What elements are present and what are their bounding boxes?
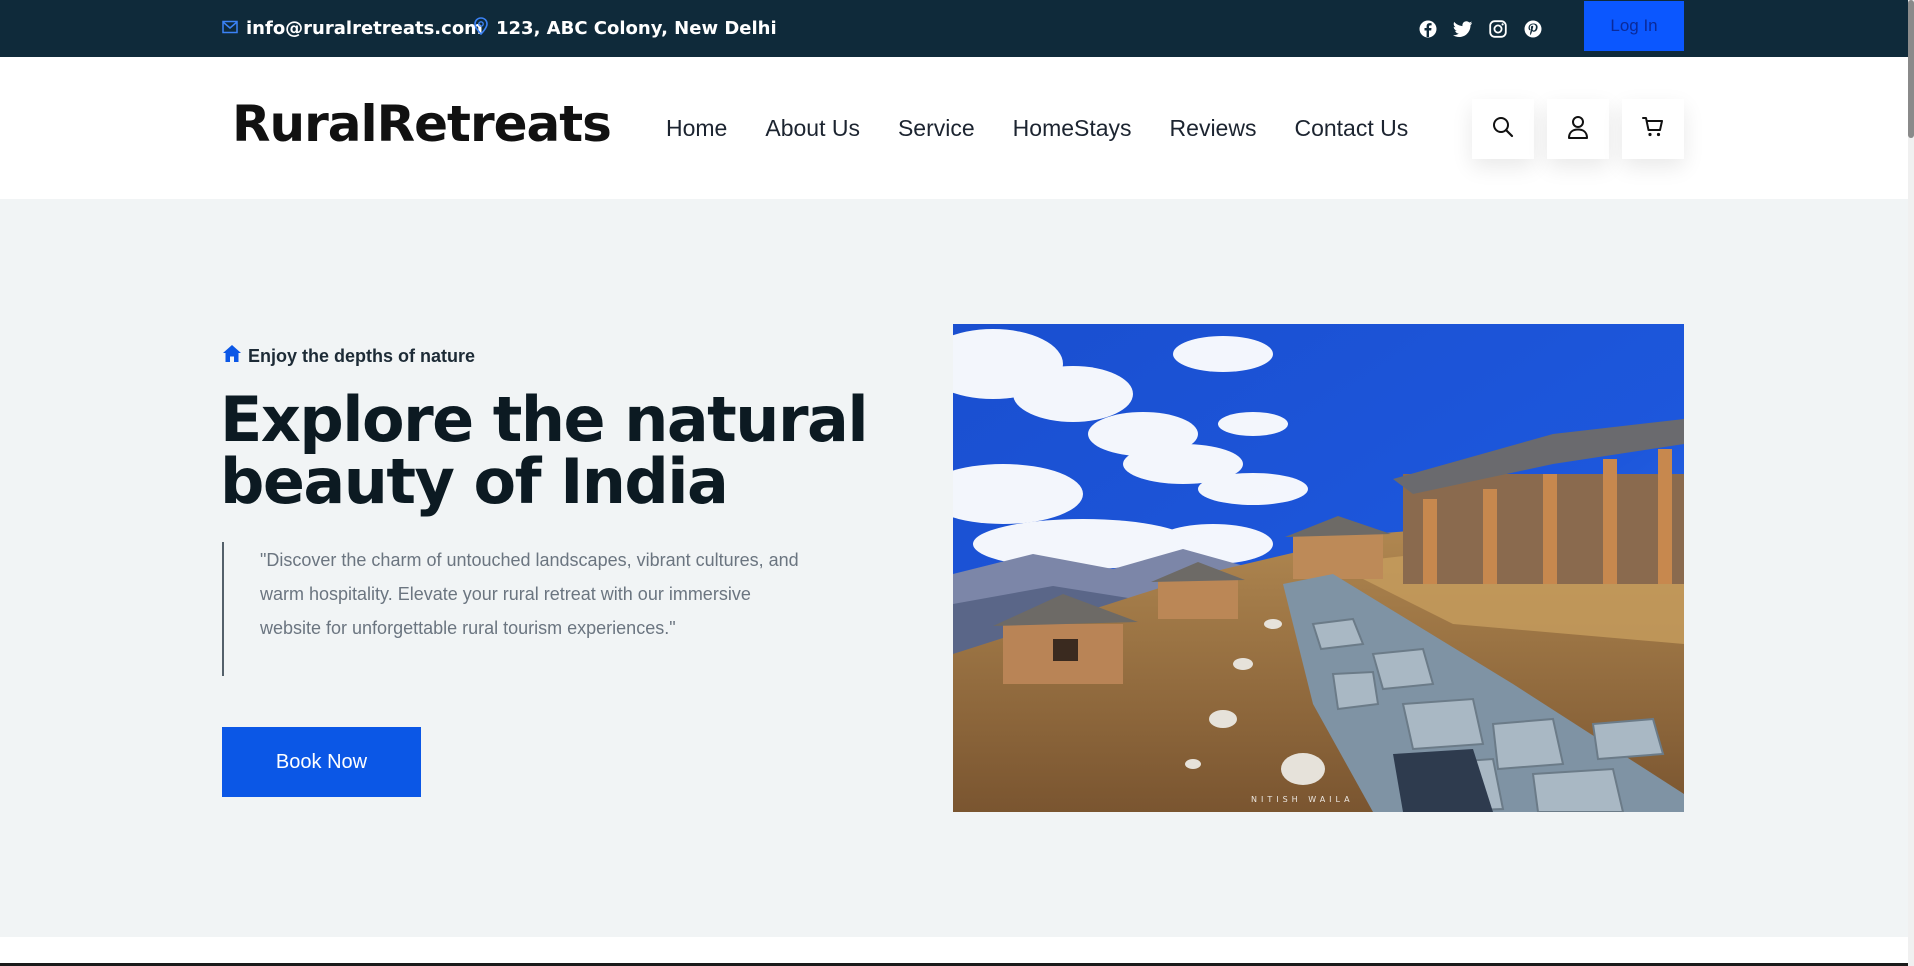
hero-headline: Explore the natural beauty of India	[220, 383, 869, 518]
instagram-icon[interactable]	[1488, 19, 1507, 38]
nav-service[interactable]: Service	[898, 115, 975, 142]
hero-image: NITISH WAILA	[953, 324, 1684, 812]
email-text: info@ruralretreats.com	[246, 18, 483, 39]
facebook-icon[interactable]	[1418, 19, 1437, 38]
contact-address: 123, ABC Colony, New Delhi	[474, 0, 777, 57]
site-logo[interactable]: RuralRetreats	[232, 95, 612, 153]
mail-icon	[222, 18, 246, 39]
hero-tagline: Enjoy the depths of nature	[222, 344, 475, 368]
address-text: 123, ABC Colony, New Delhi	[496, 18, 777, 39]
nav-contact-us[interactable]: Contact Us	[1294, 115, 1408, 142]
cart-button[interactable]	[1622, 99, 1684, 159]
tagline-text: Enjoy the depths of nature	[248, 345, 476, 366]
search-icon	[1492, 116, 1514, 142]
location-pin-icon	[474, 17, 496, 40]
main-header: RuralRetreats Home About Us Service Home…	[0, 57, 1908, 199]
nav-homestays[interactable]: HomeStays	[1013, 115, 1132, 142]
account-button[interactable]	[1547, 99, 1609, 159]
quote-divider	[222, 542, 224, 676]
search-button[interactable]	[1472, 99, 1534, 159]
contact-email[interactable]: info@ruralretreats.com	[222, 0, 483, 57]
user-icon	[1567, 115, 1589, 143]
scrollbar-track[interactable]	[1908, 0, 1914, 966]
login-button[interactable]: Log In	[1584, 1, 1684, 51]
nav-reviews[interactable]: Reviews	[1170, 115, 1257, 142]
pinterest-icon[interactable]	[1523, 19, 1542, 38]
nav-about-us[interactable]: About Us	[765, 115, 860, 142]
home-icon	[222, 344, 242, 368]
top-bar: info@ruralretreats.com 123, ABC Colony, …	[0, 0, 1908, 57]
hero-section: Enjoy the depths of nature Explore the n…	[0, 199, 1908, 937]
main-nav: Home About Us Service HomeStays Reviews …	[666, 57, 1408, 199]
image-watermark: NITISH WAILA	[1251, 795, 1354, 804]
scrollbar-thumb[interactable]	[1908, 0, 1914, 138]
book-now-button[interactable]: Book Now	[222, 727, 421, 797]
social-links	[1418, 0, 1542, 57]
cart-icon	[1642, 116, 1664, 142]
twitter-icon[interactable]	[1453, 19, 1472, 38]
hero-quote: "Discover the charm of untouched landsca…	[260, 550, 799, 638]
nav-home[interactable]: Home	[666, 115, 727, 142]
